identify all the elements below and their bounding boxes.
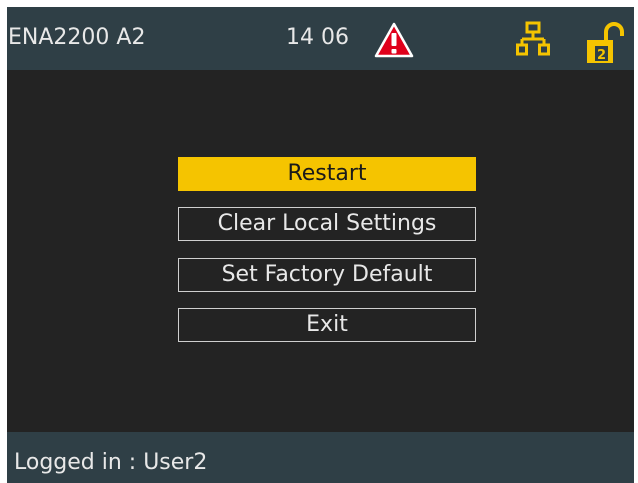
maintenance-menu: Restart Clear Local Settings Set Factory… [7, 7, 634, 483]
device-screen: ENA2200 A2 14 06 2 Restart Clear Local S… [7, 7, 634, 483]
exit-button[interactable]: Exit [178, 308, 476, 342]
clear-local-settings-button[interactable]: Clear Local Settings [178, 207, 476, 241]
footer-bar: Logged in : User2 [7, 432, 634, 483]
login-status: Logged in : User2 [14, 450, 208, 475]
set-factory-default-button[interactable]: Set Factory Default [178, 258, 476, 292]
restart-button[interactable]: Restart [178, 157, 476, 191]
